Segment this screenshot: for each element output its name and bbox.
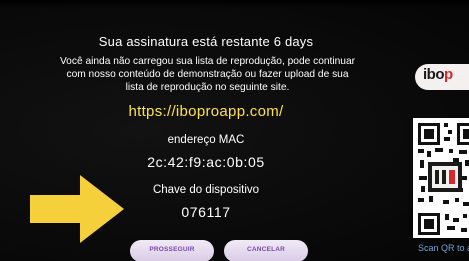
playlist-message: Você ainda não carregou sua lista de rep… [55,55,360,94]
arrow-right-icon [30,175,124,243]
logo-text-red: p [444,66,453,83]
message-line: lista de reprodução no seguinte site. [125,82,290,93]
activation-screen: Sua assinatura está restante 6 days Você… [0,0,469,261]
subscription-status: Sua assinatura está restante 6 days [98,34,314,49]
qr-caption: Scan QR to ac [418,243,469,253]
app-logo-text: ibop [423,66,453,83]
upload-site-link[interactable]: https://iboproapp.com/ [56,103,356,120]
logo-text-dark: ibo [423,66,445,83]
cancel-button[interactable]: CANCELAR [224,240,308,261]
mac-address-label: endereço MAC [167,134,245,146]
message-line: com nosso conteúdo de demonstração ou fa… [66,69,349,80]
proceed-button[interactable]: PROSSEGUIR [130,240,214,261]
qr-code-icon [413,118,469,238]
action-buttons: PROSSEGUIR CANCELAR [130,240,330,261]
screen-bezel [0,0,469,8]
mac-address-value: 2c:42:f9:ac:0b:05 [147,154,265,170]
message-line: Você ainda não carregou sua lista de rep… [59,56,356,67]
